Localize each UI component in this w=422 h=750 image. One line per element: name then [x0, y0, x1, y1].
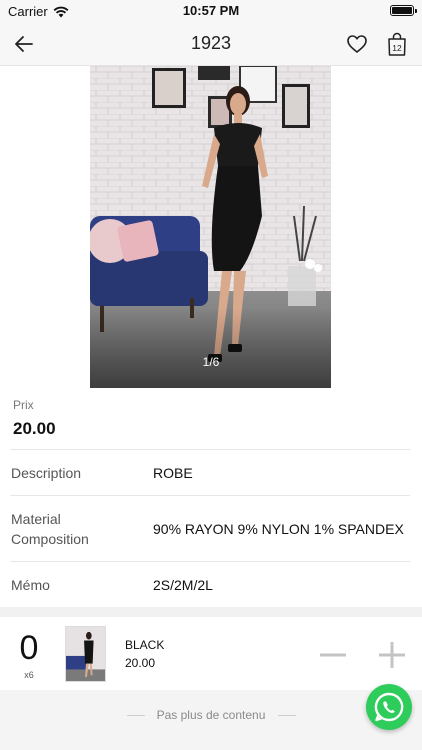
price-label: Prix [13, 398, 34, 412]
price-value: 20.00 [13, 419, 56, 438]
whatsapp-button[interactable] [366, 684, 412, 730]
variant-color: BLACK [125, 638, 165, 652]
memo-label: Mémo [11, 577, 50, 593]
section-spacer [0, 607, 422, 617]
quantity-multiplier: x6 [24, 670, 34, 680]
divider [10, 449, 410, 450]
divider [278, 715, 296, 716]
product-gallery[interactable]: 1/6 [0, 66, 422, 388]
end-of-content-text: Pas plus de contenu [156, 708, 266, 722]
material-value: 90% RAYON 9% NYLON 1% SPANDEX [153, 521, 404, 537]
divider [10, 495, 410, 496]
cart-count: 12 [392, 43, 402, 53]
product-photo[interactable] [90, 66, 331, 388]
list-end-footer: Pas plus de contenu [0, 690, 422, 750]
variant-price: 20.00 [125, 656, 156, 670]
quantity-total: 0 [19, 629, 39, 667]
heart-icon[interactable] [345, 32, 369, 56]
description-value: ROBE [153, 465, 193, 481]
clock: 10:57 PM [182, 3, 240, 18]
decrease-quantity-button[interactable] [318, 643, 348, 667]
material-label: Material Composition [11, 511, 89, 547]
battery-icon [390, 5, 417, 16]
status-bar: Carrier 10:57 PM [0, 0, 422, 22]
navigation-bar: 1923 12 [0, 22, 422, 66]
description-label: Description [11, 465, 82, 481]
whatsapp-icon [374, 692, 404, 722]
variant-thumbnail [65, 626, 106, 682]
increase-quantity-button[interactable] [377, 641, 407, 669]
gallery-pager: 1/6 [202, 355, 220, 369]
shopping-bag-icon[interactable]: 12 [385, 31, 409, 57]
divider [10, 561, 410, 562]
memo-value: 2S/2M/2L [153, 577, 213, 593]
